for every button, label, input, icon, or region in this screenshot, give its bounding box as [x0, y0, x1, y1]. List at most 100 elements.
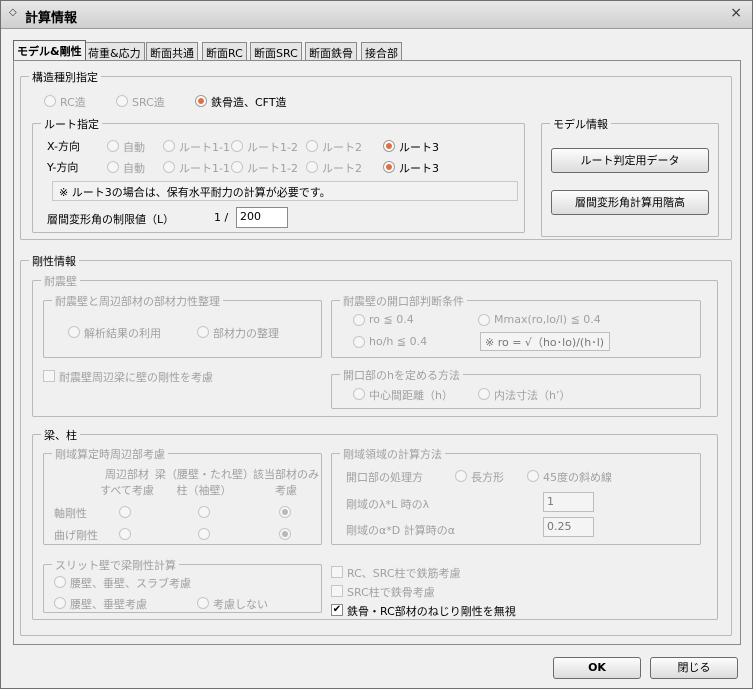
checkbox-consider-beam-label: 耐震壁周辺梁に壁の剛性を考慮	[59, 371, 213, 384]
radio-slit-none[interactable]	[197, 597, 209, 609]
radio-steel-cft[interactable]	[195, 95, 207, 107]
tab-panel: 構造種別指定 RC造 SRC造 鉄骨造、CFT造 ルート指定 X-方向 自動 ル…	[13, 60, 741, 645]
tab-joint[interactable]: 接合部	[361, 42, 402, 61]
lambda-label: 剛域のλ*L 時のλ	[346, 498, 430, 511]
checkbox-ignore-torsion[interactable]: ✔	[331, 604, 343, 616]
y-radio-route11[interactable]	[163, 161, 175, 173]
opening-criteria-group: 耐震壁の開口部判断条件 ro ≦ 0.4 Mmax(ro,lo/l) ≦ 0.4…	[331, 293, 701, 358]
bending-radio-beam-column[interactable]	[198, 528, 210, 540]
col-beam-column: 梁（腰壁・たれ壁） 柱（袖壁）	[155, 466, 254, 498]
radio-inner-dimension-label: 内法寸法（h’）	[494, 389, 571, 402]
radio-45deg-label: 45度の斜め線	[543, 471, 612, 484]
radio-src[interactable]	[116, 95, 128, 107]
h-method-group: 開口部のhを定める方法 中心間距離（h） 内法寸法（h’）	[331, 367, 701, 409]
stiffness-group-label: 剛性情報	[29, 253, 79, 269]
y-radio-route3[interactable]	[383, 161, 395, 173]
route-data-button[interactable]: ルート判定用データ	[551, 148, 709, 173]
col-all-members-line1: 周辺部材	[105, 468, 149, 481]
checkbox-rc-rebar[interactable]	[331, 566, 343, 578]
close-icon[interactable]: ×	[730, 5, 742, 21]
col-beam-column-line1: 梁（腰壁・たれ壁）	[155, 468, 254, 481]
axial-radio-beam-column[interactable]	[198, 506, 210, 518]
y-radio-auto[interactable]	[107, 161, 119, 173]
radio-ro-label: ro ≦ 0.4	[369, 313, 414, 326]
col-target-only: 該当部材のみ 考慮	[248, 466, 324, 498]
y-radio-route2-label: ルート2	[322, 162, 362, 175]
radio-slit-none-label: 考慮しない	[213, 598, 268, 611]
x-radio-route2[interactable]	[306, 140, 318, 152]
radio-steel-cft-label: 鉄骨造、CFT造	[211, 96, 287, 109]
y-radio-route2[interactable]	[306, 161, 318, 173]
y-direction-label: Y-方向	[47, 161, 79, 174]
col-all-members-line2: すべて考慮	[100, 484, 154, 497]
checkbox-consider-beam[interactable]	[43, 370, 55, 382]
title-bar: ◇ 計算情報 ×	[1, 1, 752, 29]
radio-organize-force-label: 部材力の整理	[213, 327, 279, 340]
radio-slit-walls-label: 腰壁、垂壁考慮	[70, 598, 147, 611]
close-button[interactable]: 閉じる	[650, 657, 738, 679]
x-radio-route3[interactable]	[383, 140, 395, 152]
radio-inner-dimension[interactable]	[478, 388, 490, 400]
model-info-group-label: モデル情報	[550, 116, 611, 132]
checkbox-src-steel[interactable]	[331, 585, 343, 597]
route-group: ルート指定 X-方向 自動 ルート1-1 ルート1-2 ルート2 ルート3 Y-…	[32, 116, 525, 233]
axial-radio-target[interactable]	[279, 506, 291, 518]
axial-radio-all[interactable]	[119, 506, 131, 518]
slit-group-label: スリット壁で梁剛性計算	[52, 557, 179, 573]
drift-limit-label: 層間変形角の制限値（L）	[47, 213, 175, 226]
model-info-group: モデル情報 ルート判定用データ 層間変形角計算用階高	[541, 116, 719, 237]
radio-rectangle[interactable]	[455, 470, 467, 482]
tab-section-steel[interactable]: 断面鉄骨	[305, 42, 357, 61]
dialog-window: ◇ 計算情報 × 荷重&応力 断面共通 断面RC 断面SRC 断面鉄骨 接合部 …	[0, 0, 753, 689]
route-group-label: ルート指定	[41, 116, 102, 132]
radio-center-distance[interactable]	[353, 388, 365, 400]
window-title: 計算情報	[25, 11, 78, 26]
bending-radio-all[interactable]	[119, 528, 131, 540]
bending-stiffness-label: 曲げ剛性	[54, 529, 98, 542]
col-all-members: 周辺部材 すべて考慮	[92, 466, 162, 498]
radio-mmax[interactable]	[478, 314, 490, 326]
checkbox-ignore-torsion-label: 鉄骨・RC部材のねじり剛性を無視	[347, 605, 516, 618]
radio-ho-h[interactable]	[353, 336, 365, 348]
tab-load-stress[interactable]: 荷重&応力	[84, 42, 145, 61]
radio-45deg[interactable]	[527, 470, 539, 482]
beam-column-group: 梁、柱 剛域算定時周辺部考慮 周辺部材 すべて考慮 梁（腰壁・たれ壁） 柱（袖壁…	[32, 427, 718, 620]
radio-organize-force[interactable]	[197, 326, 209, 338]
ok-button[interactable]: OK	[553, 657, 641, 679]
tab-section-rc[interactable]: 断面RC	[202, 42, 247, 61]
story-height-button[interactable]: 層間変形角計算用階高	[551, 190, 709, 215]
radio-slit-walls[interactable]	[54, 597, 66, 609]
radio-src-label: SRC造	[132, 96, 165, 109]
perimeter-group: 剛域算定時周辺部考慮 周辺部材 すべて考慮 梁（腰壁・たれ壁） 柱（袖壁） 該当…	[43, 446, 324, 545]
structure-group-label: 構造種別指定	[29, 69, 101, 85]
tab-section-common[interactable]: 断面共通	[146, 42, 198, 61]
radio-use-analysis[interactable]	[68, 326, 80, 338]
tab-section-src[interactable]: 断面SRC	[250, 42, 302, 61]
bending-radio-target[interactable]	[279, 528, 291, 540]
ro-formula: ※ ro = √（ho･lo)/(h･l)	[480, 332, 610, 351]
route3-note: ※ ルート3の場合は、保有水平耐力の計算が必要です。	[52, 181, 518, 201]
radio-slit-all-label: 腰壁、垂壁、スラブ考慮	[70, 577, 191, 590]
drift-limit-input[interactable]: 200	[236, 207, 288, 228]
lambda-input[interactable]: 1	[543, 492, 594, 512]
x-radio-auto[interactable]	[107, 140, 119, 152]
x-radio-route11-label: ルート1-1	[179, 141, 230, 154]
rigid-zone-group-label: 剛域領域の計算方法	[340, 446, 445, 462]
x-radio-route11[interactable]	[163, 140, 175, 152]
tab-model-stiffness[interactable]: モデル&剛性	[13, 40, 86, 61]
beam-column-group-label: 梁、柱	[41, 427, 80, 443]
radio-slit-all[interactable]	[54, 576, 66, 588]
x-radio-route3-label: ルート3	[399, 141, 439, 154]
x-radio-route12[interactable]	[231, 140, 243, 152]
alpha-input[interactable]: 0.25	[543, 517, 594, 537]
drift-limit-prefix: 1 /	[214, 211, 229, 224]
col-beam-column-line2: 柱（袖壁）	[176, 484, 232, 497]
shear-wall-group-label: 耐震壁	[41, 273, 80, 289]
radio-rc[interactable]	[44, 95, 56, 107]
h-method-group-label: 開口部のhを定める方法	[340, 367, 463, 383]
x-radio-auto-label: 自動	[123, 141, 145, 154]
checkbox-rc-rebar-label: RC、SRC柱で鉄筋考慮	[347, 567, 461, 580]
y-radio-route11-label: ルート1-1	[179, 162, 230, 175]
y-radio-route12[interactable]	[231, 161, 243, 173]
radio-ro[interactable]	[353, 314, 365, 326]
